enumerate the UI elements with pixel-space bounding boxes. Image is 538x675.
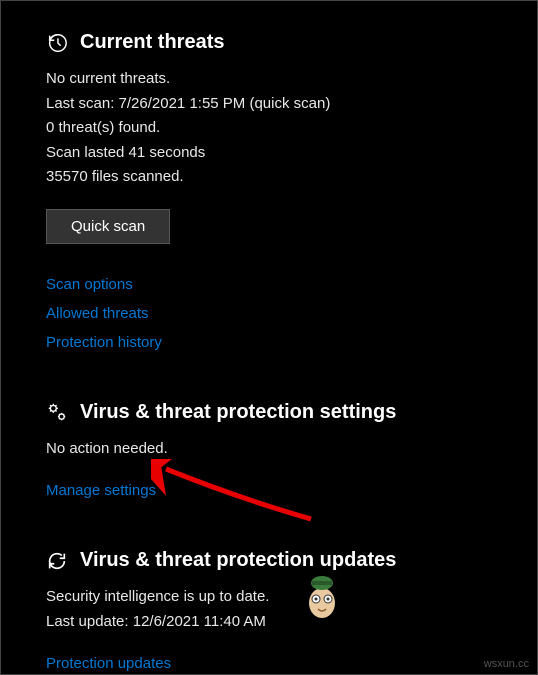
manage-settings-link[interactable]: Manage settings: [46, 482, 156, 499]
current-threats-header: Current threats: [46, 31, 492, 54]
settings-title: Virus & threat protection settings: [80, 401, 396, 424]
refresh-sync-icon: [46, 550, 68, 572]
updates-title: Virus & threat protection updates: [80, 549, 396, 572]
updates-status: Security intelligence is up to date.: [46, 586, 492, 609]
settings-header: Virus & threat protection settings: [46, 401, 492, 424]
history-clock-icon: [46, 32, 68, 54]
allowed-threats-link[interactable]: Allowed threats: [46, 305, 149, 322]
last-scan-info: Last scan: 7/26/2021 1:55 PM (quick scan…: [46, 93, 492, 116]
last-update-info: Last update: 12/6/2021 11:40 AM: [46, 611, 492, 634]
current-threats-section: Current threats No current threats. Last…: [46, 31, 492, 351]
protection-updates-link[interactable]: Protection updates: [46, 655, 171, 672]
threats-found-info: 0 threat(s) found.: [46, 117, 492, 140]
current-threats-title: Current threats: [80, 31, 224, 54]
scan-duration-info: Scan lasted 41 seconds: [46, 142, 492, 165]
quick-scan-button[interactable]: Quick scan: [46, 209, 170, 244]
scan-options-link[interactable]: Scan options: [46, 276, 133, 293]
gears-icon: [46, 401, 68, 423]
watermark: wsxun.cc: [484, 658, 529, 670]
updates-header: Virus & threat protection updates: [46, 549, 492, 572]
settings-section: Virus & threat protection settings No ac…: [46, 401, 492, 500]
protection-history-link[interactable]: Protection history: [46, 334, 162, 351]
updates-section: Virus & threat protection updates Securi…: [46, 549, 492, 672]
threats-status: No current threats.: [46, 68, 492, 91]
settings-status: No action needed.: [46, 438, 492, 461]
files-scanned-info: 35570 files scanned.: [46, 166, 492, 189]
